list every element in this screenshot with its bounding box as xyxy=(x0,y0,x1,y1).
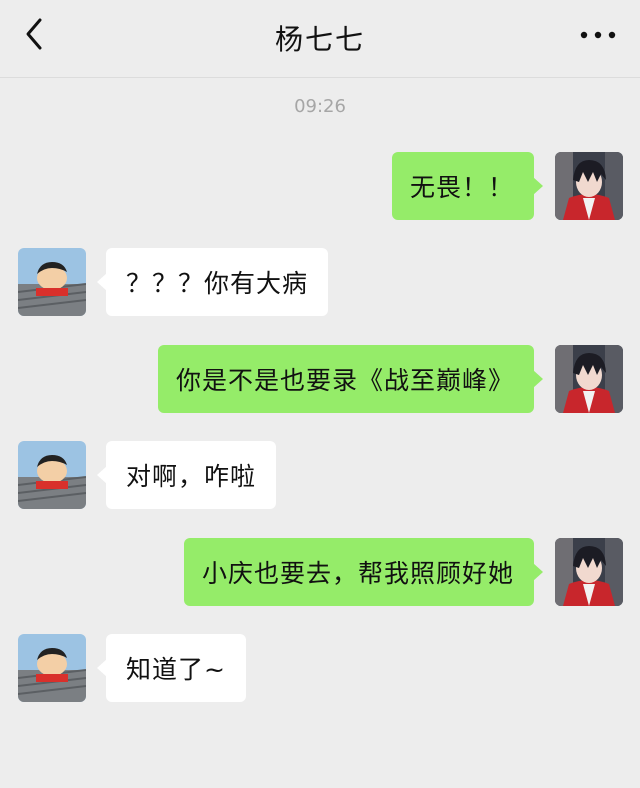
contact-avatar[interactable] xyxy=(18,441,86,509)
message-bubble-received[interactable]: ？？？你有大病 xyxy=(96,248,329,316)
my-avatar[interactable] xyxy=(555,345,623,413)
more-button[interactable] xyxy=(578,24,618,46)
contact-avatar[interactable] xyxy=(18,248,86,316)
my-avatar[interactable] xyxy=(555,538,623,606)
contact-avatar[interactable] xyxy=(18,634,86,702)
chat-title: 杨七七 xyxy=(274,23,365,56)
message-bubble-sent[interactable]: 你是不是也要录《战至巅峰》 xyxy=(157,345,544,413)
message-bubble-received[interactable]: 对啊，咋啦 xyxy=(96,441,277,509)
nav-bar: 杨七七 xyxy=(0,0,640,78)
message-bubble-sent[interactable]: 无畏！！ xyxy=(391,152,544,220)
message-bubble-received[interactable]: 知道了~ xyxy=(97,634,246,702)
more-dots-icon xyxy=(580,31,616,39)
message-timestamp: 09:26 xyxy=(294,96,346,117)
my-avatar[interactable] xyxy=(555,152,623,220)
message-bubble-sent[interactable]: 小庆也要去，帮我照顾好她 xyxy=(183,538,544,606)
